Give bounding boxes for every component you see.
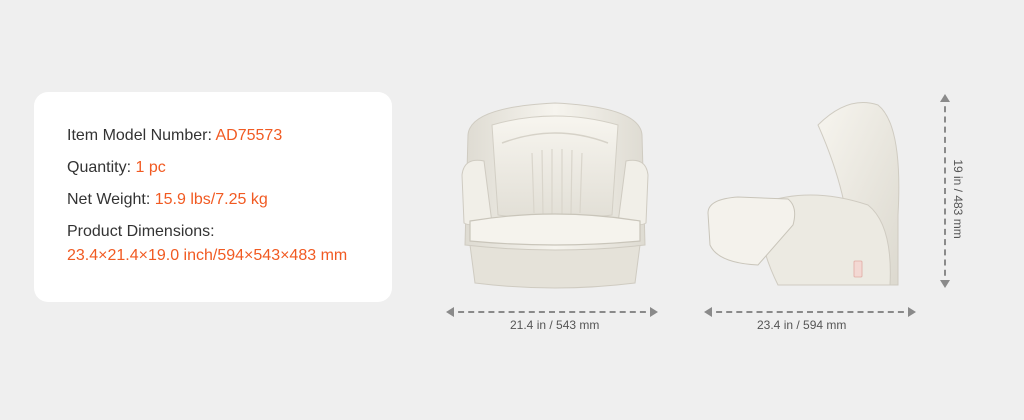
spec-value: 15.9 lbs/7.25 kg [154, 191, 268, 208]
side-depth-dimension-line [704, 307, 916, 317]
spec-quantity: Quantity: 1 pc [67, 160, 347, 176]
spec-label: Item Model Number: [67, 127, 212, 144]
spec-dimensions-value: 23.4×21.4×19.0 inch/594×543×483 mm [67, 248, 347, 264]
spec-value: 1 pc [135, 159, 166, 176]
height-label: 19 in / 483 mm [951, 159, 965, 239]
spec-label: Net Weight: [67, 191, 151, 208]
height-dimension-line [940, 94, 950, 288]
spec-value: AD75573 [215, 127, 283, 144]
seat-front-view [461, 102, 649, 289]
spec-value: 23.4×21.4×19.0 inch/594×543×483 mm [67, 247, 348, 264]
spec-label: Product Dimensions: [67, 223, 215, 240]
front-width-dimension-line [446, 307, 658, 317]
spec-card: Item Model Number: AD75573 Quantity: 1 p… [34, 92, 392, 302]
spec-list: Item Model Number: AD75573 Quantity: 1 p… [67, 128, 347, 280]
spec-model-number: Item Model Number: AD75573 [67, 128, 347, 144]
front-width-label: 21.4 in / 543 mm [510, 318, 600, 332]
seat-side-view [707, 102, 900, 286]
spec-net-weight: Net Weight: 15.9 lbs/7.25 kg [67, 192, 347, 208]
spec-label: Quantity: [67, 159, 132, 176]
side-depth-label: 23.4 in / 594 mm [757, 318, 847, 332]
spec-dimensions-label: Product Dimensions: [67, 224, 347, 240]
